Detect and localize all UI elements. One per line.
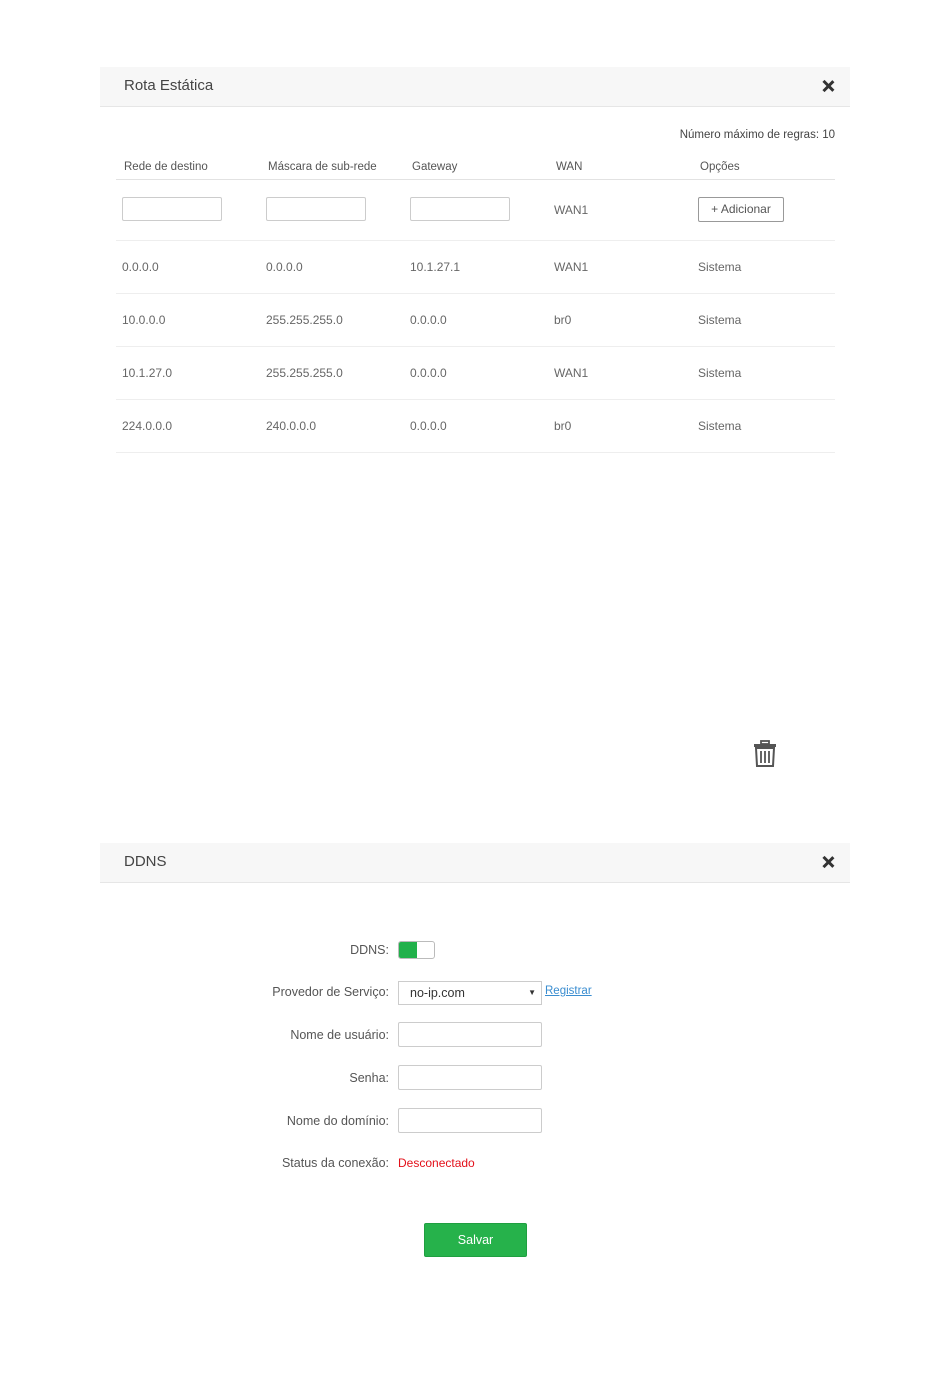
save-button[interactable]: Salvar xyxy=(424,1223,527,1257)
route-option: Sistema xyxy=(698,419,742,433)
table-row: 224.0.0.0 240.0.0.0 0.0.0.0 br0 Sistema xyxy=(116,400,835,453)
column-header-destination: Rede de destino xyxy=(124,161,208,173)
column-header-mask: Máscara de sub-rede xyxy=(268,161,377,173)
new-route-wan: WAN1 xyxy=(554,203,589,217)
column-header-wan: WAN xyxy=(556,161,583,173)
ddns-title: DDNS xyxy=(124,853,167,870)
route-wan: WAN1 xyxy=(554,260,589,274)
route-gateway: 10.1.27.1 xyxy=(410,260,461,274)
route-wan: br0 xyxy=(554,313,572,327)
route-option: Sistema xyxy=(698,366,742,380)
route-mask: 255.255.255.0 xyxy=(266,366,343,380)
close-icon[interactable] xyxy=(822,80,834,92)
username-input[interactable] xyxy=(398,1022,542,1047)
register-link[interactable]: Registrar xyxy=(545,985,592,997)
domain-label: Nome do domínio: xyxy=(286,1114,389,1128)
route-destination: 10.1.27.0 xyxy=(122,366,173,380)
password-label: Senha: xyxy=(349,1071,389,1085)
route-wan: br0 xyxy=(554,419,572,433)
route-gateway: 0.0.0.0 xyxy=(410,313,447,327)
domain-input[interactable] xyxy=(398,1108,542,1133)
mask-input[interactable] xyxy=(266,197,366,221)
route-gateway: 0.0.0.0 xyxy=(410,419,447,433)
username-label: Nome de usuário: xyxy=(290,1028,389,1042)
route-gateway: 0.0.0.0 xyxy=(410,366,447,380)
password-input[interactable] xyxy=(398,1065,542,1090)
close-icon[interactable] xyxy=(822,856,834,868)
provider-select[interactable]: no-ip.com ▼ xyxy=(398,981,542,1005)
add-route-button[interactable]: + Adicionar xyxy=(698,197,784,222)
column-header-options: Opções xyxy=(700,161,740,173)
table-row: 10.1.27.0 255.255.255.0 0.0.0.0 WAN1 Sis… xyxy=(116,347,835,400)
toggle-knob xyxy=(399,942,417,958)
connection-status-value: Desconectado xyxy=(398,1156,475,1170)
static-route-table: Rede de destino Máscara de sub-rede Gate… xyxy=(116,145,835,453)
route-option: Sistema xyxy=(698,313,742,327)
route-mask: 255.255.255.0 xyxy=(266,313,343,327)
static-route-header: Rota Estática xyxy=(100,67,850,107)
route-option: Sistema xyxy=(698,260,742,274)
max-rules-label: Número máximo de regras: 10 xyxy=(679,129,835,141)
static-route-title: Rota Estática xyxy=(124,77,214,94)
route-destination: 10.0.0.0 xyxy=(122,313,166,327)
route-destination: 0.0.0.0 xyxy=(122,260,159,274)
table-row: 0.0.0.0 0.0.0.0 10.1.27.1 WAN1 Sistema xyxy=(116,241,835,294)
provider-selected-value: no-ip.com xyxy=(410,986,465,1000)
table-header: Rede de destino Máscara de sub-rede Gate… xyxy=(116,145,835,180)
dropdown-arrow-icon: ▼ xyxy=(528,988,536,997)
gateway-input[interactable] xyxy=(410,197,510,221)
table-row: 10.0.0.0 255.255.255.0 0.0.0.0 br0 Siste… xyxy=(116,294,835,347)
connection-status-label: Status da conexão: xyxy=(281,1156,389,1170)
destination-input[interactable] xyxy=(122,197,222,221)
ddns-toggle[interactable] xyxy=(398,941,435,959)
route-destination: 224.0.0.0 xyxy=(122,419,173,433)
provider-label: Provedor de Serviço: xyxy=(272,985,389,999)
new-route-row: WAN1 + Adicionar xyxy=(116,180,835,241)
trash-icon[interactable] xyxy=(752,740,778,768)
route-wan: WAN1 xyxy=(554,366,589,380)
ddns-enable-label: DDNS: xyxy=(350,943,389,957)
route-mask: 0.0.0.0 xyxy=(266,260,303,274)
ddns-header: DDNS xyxy=(100,843,850,883)
route-mask: 240.0.0.0 xyxy=(266,419,317,433)
column-header-gateway: Gateway xyxy=(412,161,458,173)
